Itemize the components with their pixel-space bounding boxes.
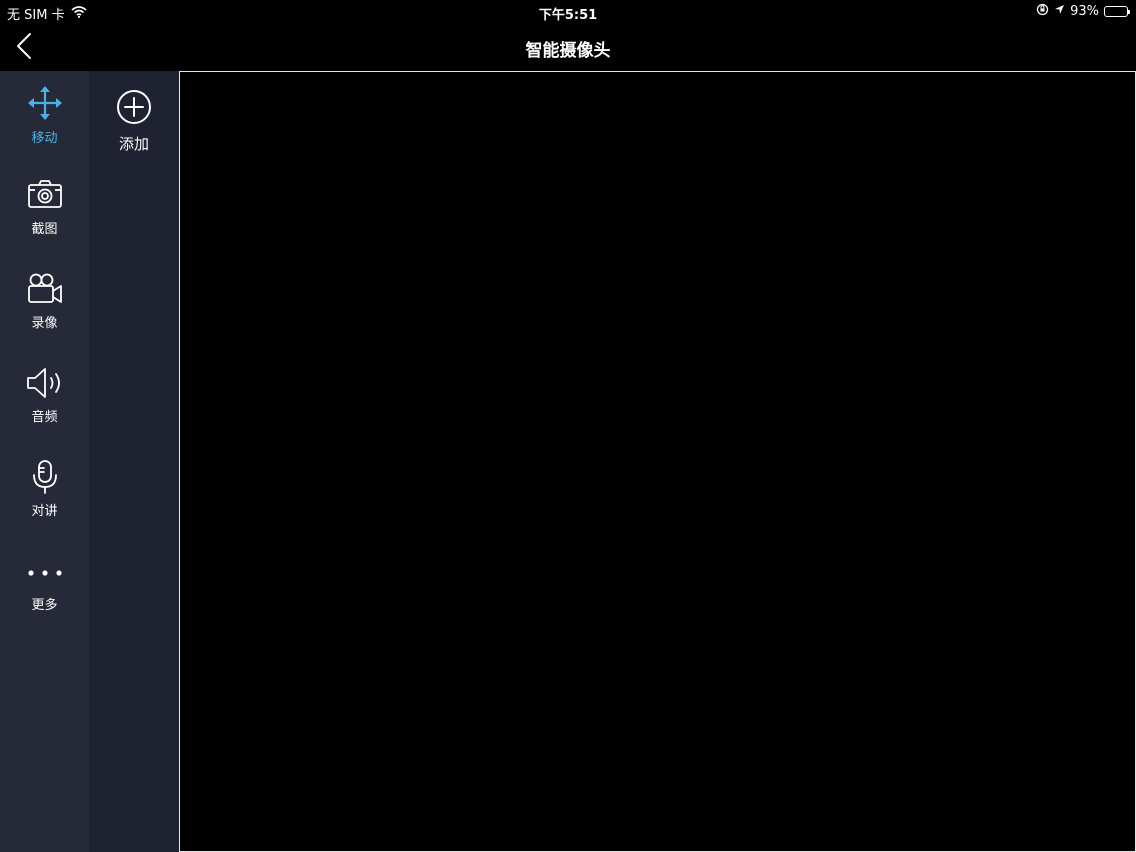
status-right: 93% — [1036, 3, 1130, 20]
devices-sidebar: 添加 — [89, 71, 179, 852]
nav-bar: 智能摄像头 — [0, 24, 1136, 71]
rotation-lock-icon — [1036, 3, 1049, 20]
status-bar: 无 SIM 卡 下午5:51 93% — [0, 0, 1136, 24]
plus-circle-icon — [117, 90, 151, 124]
add-device-label: 添加 — [118, 135, 149, 153]
location-icon — [1054, 4, 1065, 19]
tool-audio[interactable]: 音频 — [0, 366, 89, 446]
tool-label-record: 录像 — [31, 316, 58, 331]
tool-label-more: 更多 — [31, 598, 58, 613]
tool-record[interactable]: 录像 — [0, 272, 89, 352]
page-title: 智能摄像头 — [525, 41, 611, 61]
more-dots-icon — [27, 570, 62, 576]
add-device-button[interactable]: 添加 — [89, 89, 179, 169]
tool-label-move: 移动 — [31, 131, 58, 146]
tool-move[interactable]: 移动 — [0, 85, 89, 165]
tool-label-screenshot: 截图 — [31, 222, 58, 237]
tool-intercom[interactable]: 对讲 — [0, 460, 89, 540]
video-camera-icon — [27, 273, 62, 303]
app-root: 无 SIM 卡 下午5:51 93% 智能摄像头 移动 截图 录像 音频 对讲 … — [0, 0, 1136, 852]
move-arrows-icon — [27, 86, 62, 120]
tool-screenshot[interactable]: 截图 — [0, 178, 89, 258]
battery-icon — [1104, 6, 1130, 17]
tools-sidebar: 移动 截图 录像 音频 对讲 更多 — [0, 71, 89, 852]
tool-label-audio: 音频 — [31, 410, 58, 425]
video-preview[interactable] — [179, 71, 1136, 852]
microphone-icon — [32, 460, 57, 494]
tool-more[interactable]: 更多 — [0, 554, 89, 634]
status-time: 下午5:51 — [538, 8, 598, 23]
camera-icon — [27, 180, 62, 208]
tool-label-intercom: 对讲 — [31, 504, 58, 519]
battery-percent: 93% — [1070, 4, 1099, 19]
speaker-icon — [26, 368, 60, 398]
